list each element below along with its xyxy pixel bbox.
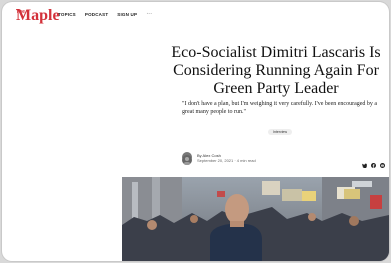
nav-links: TOPICS PODCAST SIGN UP ··· [58, 11, 152, 17]
logo-small: The [16, 9, 25, 15]
article-tag[interactable]: Interview [268, 129, 293, 135]
author-avatar[interactable] [182, 152, 192, 165]
article-dek: "I don't have a plan, but I'm weighing i… [182, 101, 378, 115]
facebook-icon[interactable] [371, 155, 376, 168]
article-headline: Eco-Socialist Dimitri Lascaris Is Consid… [171, 44, 381, 97]
page-frame: The Maple TOPICS PODCAST SIGN UP ··· Eco… [2, 2, 389, 261]
nav-topics[interactable]: TOPICS [58, 12, 76, 17]
email-icon[interactable] [380, 155, 385, 168]
share-bar [362, 155, 385, 169]
more-menu-icon[interactable]: ··· [146, 11, 152, 17]
publish-date: September 20, 2021 · 4 min read [197, 158, 256, 163]
twitter-icon[interactable] [362, 155, 367, 169]
nav-signup[interactable]: SIGN UP [117, 12, 137, 17]
site-logo[interactable]: The Maple [16, 7, 60, 25]
top-nav: The Maple TOPICS PODCAST SIGN UP ··· [2, 2, 389, 32]
hero-photo [122, 177, 389, 261]
nav-podcast[interactable]: PODCAST [85, 12, 108, 17]
